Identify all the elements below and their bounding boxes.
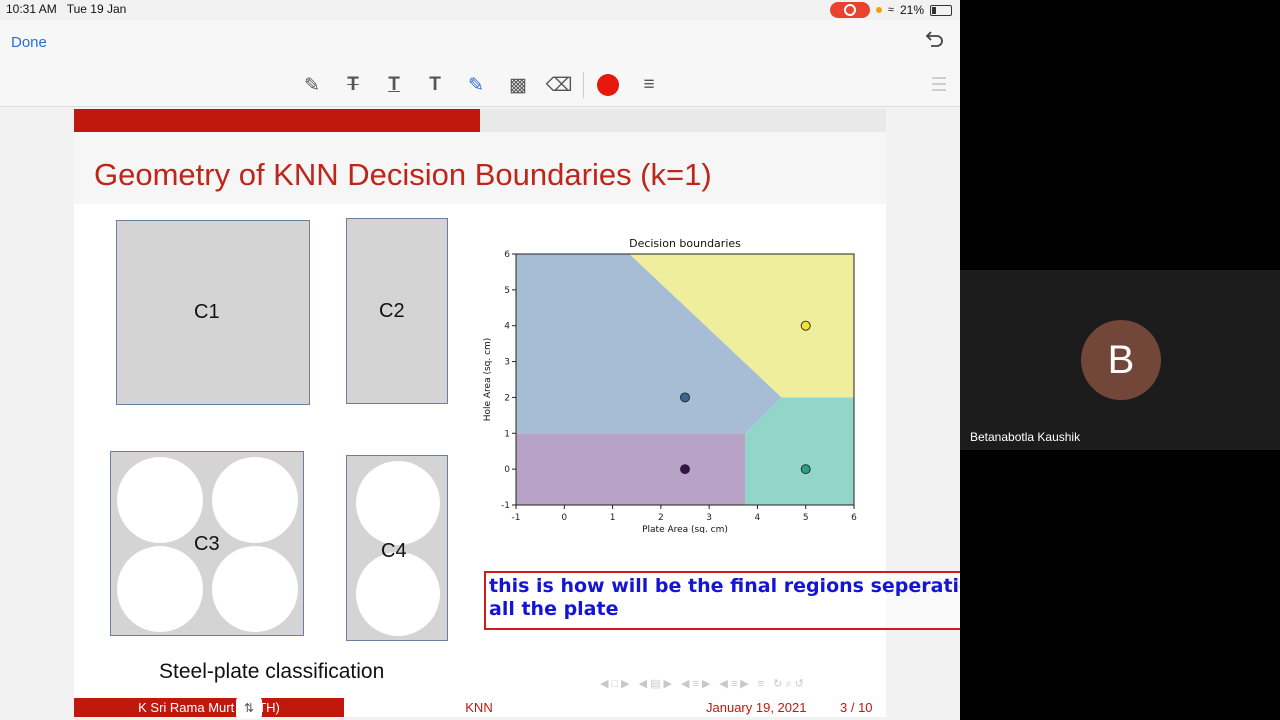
- participant-name: Betanabotla Kaushik: [970, 430, 1081, 444]
- list-icon[interactable]: ☰: [928, 74, 950, 96]
- eraser-icon[interactable]: ⌫: [546, 74, 573, 96]
- drag-handle-icon[interactable]: ⇅: [236, 697, 262, 719]
- status-bar: 10:31 AM Tue 19 Jan ≈ 21%: [0, 0, 960, 20]
- plate-c1: C1: [116, 220, 310, 405]
- plate-c4: C4: [346, 455, 448, 641]
- y-tick-label: 1: [504, 429, 510, 439]
- participant-video-tile[interactable]: B Betanabotla Kaushik: [960, 270, 1280, 450]
- nav-bar: Done: [0, 20, 960, 64]
- done-button[interactable]: Done: [11, 34, 47, 51]
- wifi-icon: ≈: [887, 4, 894, 16]
- x-tick-label: 1: [610, 513, 616, 523]
- slide-titlebar: Geometry of KNN Decision Boundaries (k=1…: [74, 132, 886, 204]
- plate-hole: [356, 461, 440, 545]
- footer-author-name: K Sri Rama Murt: [138, 700, 235, 715]
- battery-icon: [930, 4, 952, 16]
- text-icon[interactable]: T: [424, 74, 446, 96]
- plate-hole: [356, 552, 440, 636]
- chart-title: Decision boundaries: [629, 237, 741, 250]
- pen-icon[interactable]: ✎: [301, 74, 323, 96]
- underline-text-icon[interactable]: T: [383, 74, 405, 96]
- line-weight-icon[interactable]: ≡: [638, 74, 660, 96]
- slide-title: Geometry of KNN Decision Boundaries (k=1…: [94, 157, 712, 192]
- status-right: ≈ 21%: [829, 2, 952, 18]
- mic-indicator-icon: [875, 7, 882, 13]
- x-tick-label: 3: [706, 513, 712, 523]
- beamer-nav-icons[interactable]: ◀□▶ ◀▤▶ ◀≡▶ ◀≡▶ ≡ ↻⌕↺: [600, 677, 807, 691]
- comment-icon[interactable]: ▩: [507, 74, 529, 96]
- y-tick-label: -1: [501, 501, 510, 511]
- x-tick-label: 4: [755, 513, 761, 523]
- highlighter-icon[interactable]: ✎: [465, 74, 487, 96]
- data-point: [800, 320, 811, 331]
- y-tick-label: 6: [504, 250, 510, 260]
- footer-page: 3 / 10: [840, 700, 873, 715]
- toolbar-divider: [583, 72, 584, 98]
- screen-record-icon: [829, 2, 870, 18]
- y-tick-label: 5: [504, 286, 510, 296]
- y-tick-label: 3: [504, 358, 510, 368]
- plate-c3: C3: [110, 451, 304, 636]
- undo-icon[interactable]: [924, 30, 944, 48]
- data-point: [800, 464, 811, 475]
- y-tick-label: 2: [504, 393, 510, 403]
- color-swatch[interactable]: [597, 74, 619, 96]
- decision-region: [516, 433, 746, 505]
- y-tick-label: 4: [504, 322, 510, 332]
- time-label: 10:31 AM: [6, 2, 57, 16]
- plate-label: C2: [379, 300, 405, 322]
- plate-hole: [212, 457, 298, 543]
- plate-c2: C2: [346, 218, 448, 404]
- decision-boundary-chart: -1 0 1 2 3 4 5 6 -1 0 1 2 3 4 5 6 Decision boundaries Pla…: [483, 237, 857, 533]
- annotation-text: this is how will be the final regions se…: [489, 575, 960, 620]
- annotation-box[interactable]: this is how will be the final regions se…: [484, 571, 960, 630]
- plate-label: C4: [381, 540, 407, 562]
- strikethrough-text-icon[interactable]: T: [342, 74, 364, 96]
- footer-date: January 19, 2021: [706, 700, 807, 715]
- participant-avatar: B: [1081, 320, 1161, 400]
- plate-hole: [212, 546, 298, 632]
- slide-progress-bar: [74, 109, 886, 132]
- y-axis-label: Hole Area (sq. cm): [483, 338, 493, 422]
- data-point: [680, 392, 690, 403]
- x-tick-label: -1: [512, 513, 521, 523]
- footer-topic: KNN: [465, 700, 493, 715]
- y-tick-label: 0: [504, 465, 510, 475]
- x-tick-label: 6: [851, 513, 857, 523]
- status-time-date: 10:31 AM Tue 19 Jan: [6, 2, 126, 16]
- plate-hole: [117, 457, 203, 543]
- x-tick-label: 2: [658, 513, 664, 523]
- plate-hole: [117, 546, 203, 632]
- date-label: Tue 19 Jan: [66, 2, 127, 16]
- plate-label: C1: [194, 301, 220, 323]
- slide-progress-fill: [74, 109, 480, 132]
- slide-caption: Steel-plate classification: [159, 660, 385, 683]
- slide-footer: K Sri Rama Murt TH) KNN January 19, 2021 …: [74, 698, 886, 717]
- x-tick-label: 0: [561, 513, 567, 523]
- ipad-screen: 10:31 AM Tue 19 Jan ≈ 21% Done ✎ T T T ✎…: [0, 0, 960, 720]
- x-tick-label: 5: [803, 513, 809, 523]
- data-point: [680, 464, 690, 475]
- footer-author: K Sri Rama Murt TH): [74, 698, 344, 717]
- battery-percent: 21%: [899, 3, 924, 17]
- x-axis-label: Plate Area (sq. cm): [642, 525, 728, 533]
- markup-toolbar: ✎ T T T ✎ ▩ ⌫ ≡ ☰: [0, 64, 960, 107]
- plate-label: C3: [194, 533, 220, 555]
